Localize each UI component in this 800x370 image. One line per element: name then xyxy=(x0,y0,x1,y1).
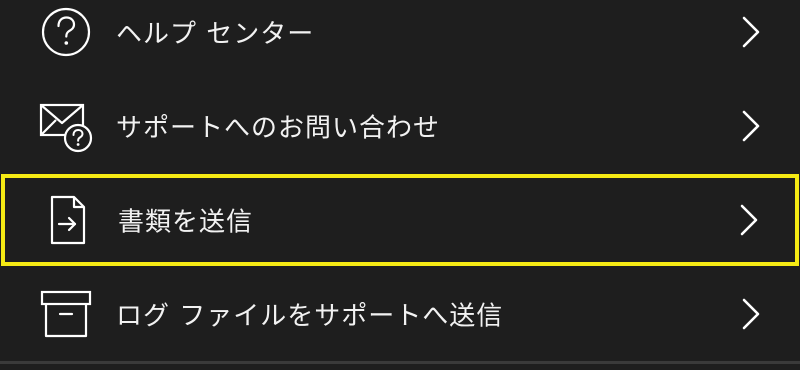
menu-item-send-documents[interactable]: 書類を送信 xyxy=(1,174,799,266)
menu-item-label: ログ ファイルをサポートへ送信 xyxy=(116,301,504,332)
menu-item-send-log-files[interactable]: ログ ファイルをサポートへ送信 xyxy=(0,268,800,360)
chevron-right-icon xyxy=(742,16,760,48)
bottom-divider xyxy=(0,361,800,364)
chevron-right-icon xyxy=(740,204,758,236)
help-circle-icon xyxy=(41,7,91,57)
menu-item-label: ヘルプ センター xyxy=(116,19,315,50)
settings-menu-list: ヘルプ センター サポートへのお問い合わせ 書類を送信 ログ ファイルをサポート… xyxy=(0,0,800,370)
menu-item-contact-support[interactable]: サポートへのお問い合わせ xyxy=(0,80,800,172)
menu-item-help-center[interactable]: ヘルプ センター xyxy=(0,0,800,78)
mail-question-icon xyxy=(39,103,93,153)
menu-item-label: サポートへのお問い合わせ xyxy=(116,113,441,144)
chevron-right-icon xyxy=(742,110,760,142)
archive-box-icon xyxy=(40,290,92,338)
menu-item-label: 書類を送信 xyxy=(118,207,254,238)
send-document-icon xyxy=(50,195,86,245)
chevron-right-icon xyxy=(742,298,760,330)
